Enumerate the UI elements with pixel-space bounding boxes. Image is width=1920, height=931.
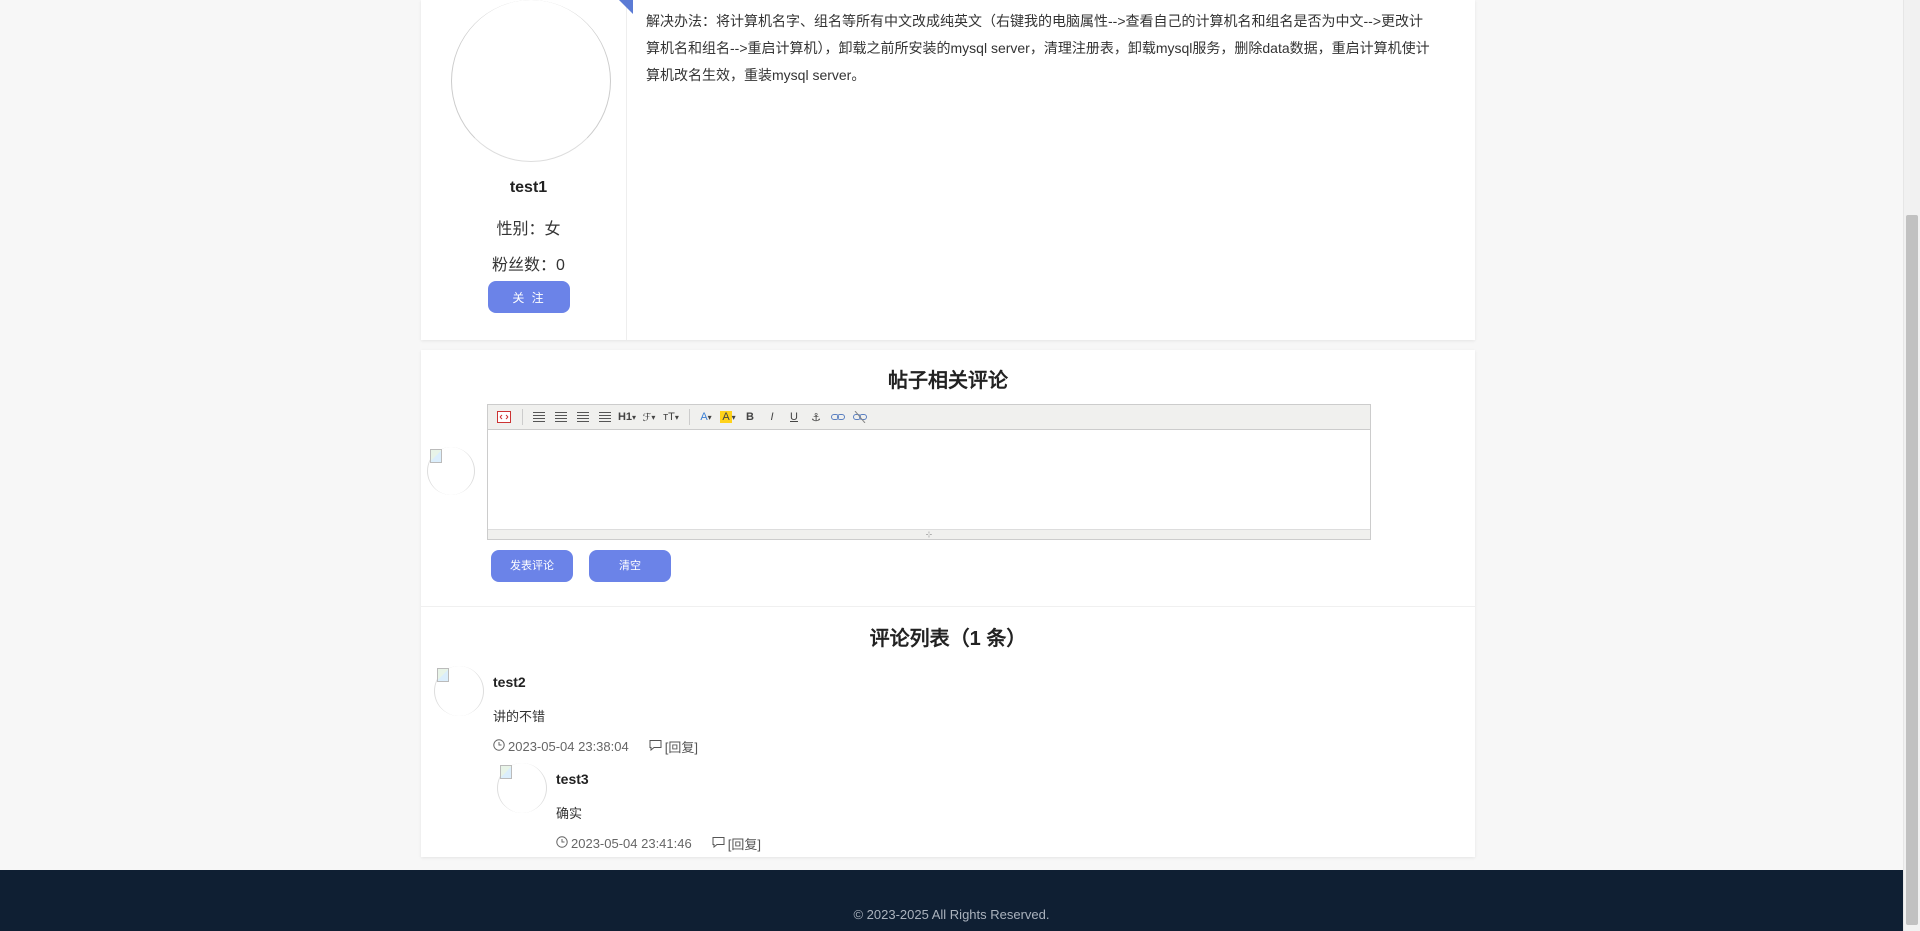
- toolbar-separator: [522, 409, 523, 425]
- commenter-avatar: [434, 666, 484, 716]
- editor-text-area[interactable]: [488, 430, 1370, 530]
- comment-bubble-icon: [649, 739, 662, 754]
- editor-resize-handle[interactable]: ⊹: [488, 529, 1370, 539]
- comment-meta: 2023-05-04 23:38:04 [回复]: [493, 737, 698, 756]
- comments-section-title: 帖子相关评论: [888, 370, 1008, 392]
- unlink-icon[interactable]: [850, 407, 870, 427]
- broken-image-icon: [430, 449, 442, 463]
- editor-toolbar: H1 ▾ ℱ ▾ тT ▾ A ▾ A ▾ B I U ⚓: [488, 405, 1370, 430]
- broken-image-icon: [500, 765, 512, 779]
- author-avatar: [451, 0, 611, 162]
- align-right-icon[interactable]: [573, 407, 593, 427]
- anchor-icon[interactable]: ⚓: [806, 407, 826, 427]
- comment-editor[interactable]: H1 ▾ ℱ ▾ тT ▾ A ▾ A ▾ B I U ⚓ ⊹: [487, 404, 1371, 540]
- font-color-dropdown[interactable]: A ▾: [696, 407, 716, 427]
- commenter-name: test2: [493, 674, 526, 690]
- bold-button[interactable]: B: [740, 407, 760, 427]
- align-justify-icon[interactable]: [595, 407, 615, 427]
- author-fans-count: 粉丝数：0: [492, 257, 565, 274]
- corner-flag-icon: [619, 0, 633, 14]
- replier-avatar: [497, 763, 547, 813]
- divider: [421, 606, 1475, 607]
- current-user-avatar: [427, 447, 475, 495]
- copyright-text: © 2023-2025 All Rights Reserved.: [853, 907, 1050, 922]
- author-name: test1: [509, 179, 548, 196]
- replier-name: test3: [556, 771, 589, 787]
- page-footer: © 2023-2025 All Rights Reserved.: [0, 870, 1903, 931]
- clock-icon: [493, 739, 505, 754]
- heading-dropdown[interactable]: H1 ▾: [617, 407, 637, 427]
- italic-button[interactable]: I: [762, 407, 782, 427]
- font-family-dropdown[interactable]: ℱ ▾: [639, 407, 659, 427]
- author-panel: test1 性别：女 粉丝数：0 关 注: [431, 0, 633, 340]
- reply-link[interactable]: [回复]: [712, 834, 761, 853]
- scrollbar-thumb[interactable]: [1906, 215, 1918, 925]
- link-icon[interactable]: [828, 407, 848, 427]
- comment-bubble-icon: [712, 836, 725, 851]
- author-gender: 性别：女: [496, 221, 561, 238]
- post-card: test1 性别：女 粉丝数：0 关 注 解决办法：将计算机名字、组名等所有中文…: [421, 0, 1475, 340]
- font-size-dropdown[interactable]: тT ▾: [661, 407, 681, 427]
- align-left-icon[interactable]: [529, 407, 549, 427]
- comment-time: 2023-05-04 23:38:04: [508, 739, 629, 754]
- underline-button[interactable]: U: [784, 407, 804, 427]
- follow-button[interactable]: 关 注: [488, 281, 570, 313]
- post-content: 解决办法：将计算机名字、组名等所有中文改成纯英文（右键我的电脑属性-->查看自己…: [646, 13, 1430, 83]
- highlight-color-dropdown[interactable]: A ▾: [718, 407, 738, 427]
- clock-icon: [556, 836, 568, 851]
- reply-link[interactable]: [回复]: [649, 737, 698, 756]
- broken-image-icon: [437, 668, 449, 682]
- source-code-icon[interactable]: [494, 407, 514, 427]
- clear-button[interactable]: 清空: [589, 550, 671, 582]
- reply-meta: 2023-05-04 23:41:46 [回复]: [556, 834, 761, 853]
- reply-text: 确实: [556, 806, 583, 821]
- comment-list-title: 评论列表（1 条）: [869, 628, 1027, 650]
- submit-comment-button[interactable]: 发表评论: [491, 550, 573, 582]
- comment-card: 帖子相关评论 H1 ▾ ℱ ▾ тT ▾ A ▾ A ▾ B I U ⚓ ⊹ 发…: [421, 350, 1475, 857]
- align-center-icon[interactable]: [551, 407, 571, 427]
- page-scrollbar[interactable]: [1903, 0, 1920, 931]
- comment-text: 讲的不错: [493, 709, 546, 724]
- toolbar-separator: [689, 409, 690, 425]
- reply-time: 2023-05-04 23:41:46: [571, 836, 692, 851]
